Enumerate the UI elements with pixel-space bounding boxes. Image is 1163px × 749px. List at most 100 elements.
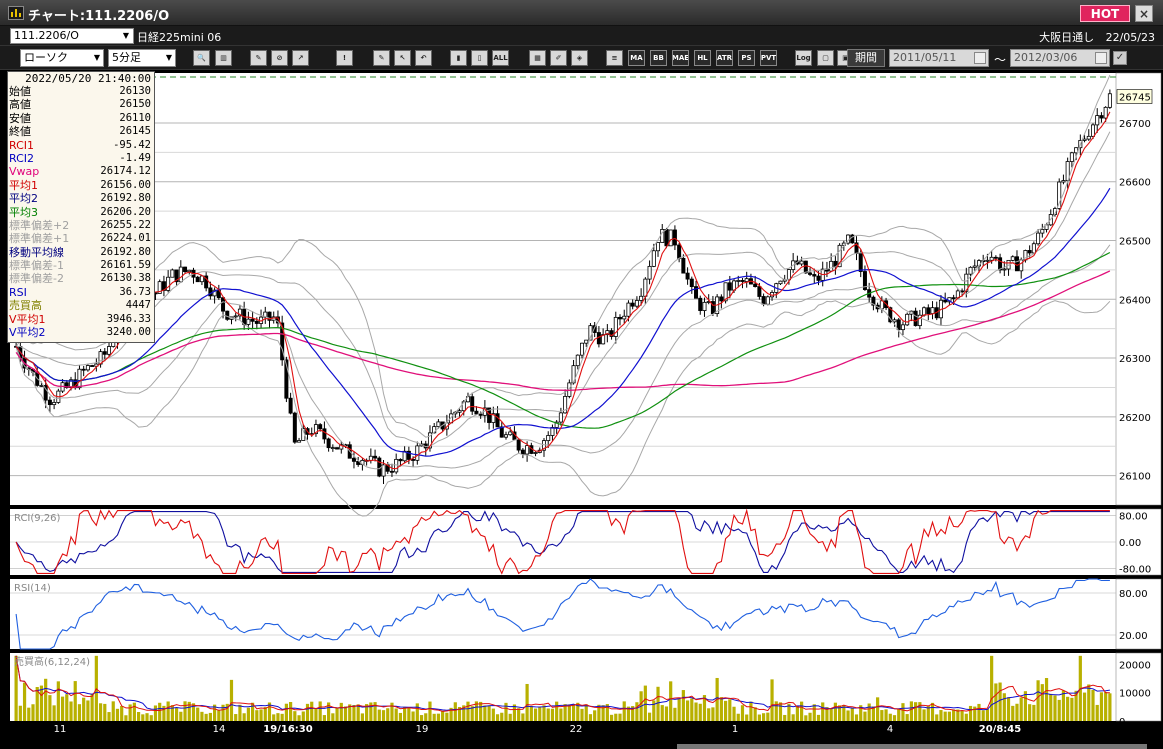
candle-body xyxy=(499,426,504,438)
volume-bar xyxy=(960,710,964,721)
volume-bar xyxy=(846,710,850,721)
volume-bar xyxy=(246,707,250,721)
volume-bar xyxy=(808,712,812,721)
volume-bar xyxy=(128,704,132,721)
date-from-field[interactable]: 2011/05/11 xyxy=(889,49,989,67)
date-separator: 〜 xyxy=(994,53,1007,67)
log-icon[interactable]: Log xyxy=(795,50,812,66)
volume-bar xyxy=(111,701,115,721)
volume-bar xyxy=(31,704,35,721)
grid-icon[interactable]: ▦ xyxy=(529,50,546,66)
draw3-icon[interactable]: ↗ xyxy=(292,50,309,66)
candle-body xyxy=(183,266,188,272)
volume-bar xyxy=(166,701,170,721)
volume-bar xyxy=(48,695,52,721)
chevron-down-icon[interactable]: ▼ xyxy=(91,50,103,66)
volume-bar xyxy=(56,681,60,721)
candle-body xyxy=(81,368,86,371)
frame-icon[interactable]: ▢ xyxy=(817,50,834,66)
bb-icon[interactable]: BB xyxy=(650,50,667,66)
alert-icon[interactable]: ! xyxy=(336,50,353,66)
rci-tick-label: -80.00 xyxy=(1119,564,1151,575)
volume-bar xyxy=(1036,680,1040,721)
volume-bar xyxy=(614,713,618,721)
candle2-icon[interactable]: ▯ xyxy=(471,50,488,66)
candle-body xyxy=(858,253,863,272)
chevron-down-icon[interactable]: ▼ xyxy=(119,29,133,43)
all-icon[interactable]: ALL xyxy=(492,50,509,66)
calendar-icon[interactable] xyxy=(1095,52,1107,64)
palette-icon[interactable]: ◈ xyxy=(571,50,588,66)
volume-bar xyxy=(479,701,483,721)
volume-bar xyxy=(728,699,732,721)
volume-bar xyxy=(888,713,892,721)
undo-icon[interactable]: ↶ xyxy=(415,50,432,66)
chevron-down-icon[interactable]: ▼ xyxy=(163,50,175,66)
candle1-icon[interactable]: ▮ xyxy=(450,50,467,66)
info-row: 始値 26130 xyxy=(8,85,154,98)
candle-body xyxy=(187,269,192,272)
volume-bar xyxy=(77,704,82,721)
volume-bar xyxy=(829,708,833,721)
volume-bar xyxy=(103,703,107,721)
pvt-icon[interactable]: PVT xyxy=(760,50,777,66)
ma-icon[interactable]: MA xyxy=(628,50,645,66)
volume-bar xyxy=(542,705,546,721)
candle-body xyxy=(1014,256,1019,272)
candle-body xyxy=(470,396,475,412)
split-icon[interactable]: ▥ xyxy=(215,50,232,66)
hot-button[interactable]: HOT xyxy=(1080,5,1130,22)
candle-body xyxy=(221,297,226,312)
volume-bar xyxy=(52,705,56,721)
info-row: 平均2 26192.80 xyxy=(8,192,154,205)
indicator-icon[interactable]: ≡ xyxy=(606,50,623,66)
info-value: 26145 xyxy=(119,125,151,138)
candle-body xyxy=(922,307,927,316)
volume-bar xyxy=(571,704,576,721)
volume-bar xyxy=(1087,684,1091,721)
draw1-icon[interactable]: ✎ xyxy=(250,50,267,66)
mae-icon[interactable]: MAE xyxy=(672,50,689,66)
date-to-field[interactable]: 2012/03/06 xyxy=(1010,49,1110,67)
volume-bar xyxy=(521,713,525,721)
apply-checkbox[interactable]: ✓ xyxy=(1113,51,1127,65)
info-value: -1.49 xyxy=(119,151,151,164)
volume-bar xyxy=(500,712,504,721)
volume-bar xyxy=(411,711,415,721)
pen-icon[interactable]: ✎ xyxy=(373,50,390,66)
volume-bar xyxy=(719,697,723,721)
candle-body xyxy=(757,286,762,297)
chart-canvas[interactable]: 26100 26200 26300 26400 26500 26600 26700 26745… xyxy=(0,71,1163,749)
cursor-icon[interactable]: ↖ xyxy=(394,50,411,66)
horizontal-scrollbar[interactable] xyxy=(677,744,1147,749)
volume-bar xyxy=(242,713,246,721)
interval-select[interactable]: 5分足 ▼ xyxy=(108,49,176,67)
volume-bar xyxy=(174,707,179,721)
volume-bar xyxy=(60,696,65,721)
volume-bar xyxy=(567,704,571,721)
hl-icon[interactable]: HL xyxy=(694,50,711,66)
candle-body xyxy=(879,300,884,310)
volume-bar xyxy=(821,702,825,721)
info-label: RCI1 xyxy=(9,138,35,152)
brush-icon[interactable]: ✐ xyxy=(550,50,567,66)
symbol-input[interactable]: 111.2206/O ▼ xyxy=(10,28,134,44)
chart-type-select[interactable]: ローソク ▼ xyxy=(20,49,104,67)
calendar-icon[interactable] xyxy=(974,52,986,64)
window-title: チャート:111.2206/O xyxy=(28,9,170,24)
psar-icon[interactable]: PS xyxy=(738,50,755,66)
y-tick-label: 26100 xyxy=(1119,472,1151,483)
candle-body xyxy=(1090,124,1095,137)
volume-bar xyxy=(183,701,187,721)
magnify-icon[interactable]: 🔍 xyxy=(193,50,210,66)
info-row: 標準偏差-1 26161.59 xyxy=(8,259,154,272)
candle-body xyxy=(993,256,998,259)
volume-bar xyxy=(876,697,880,721)
atr-icon[interactable]: ATR xyxy=(716,50,733,66)
volume-bar xyxy=(263,707,267,721)
volume-bar xyxy=(331,713,335,721)
volume-bar xyxy=(647,712,652,721)
draw2-icon[interactable]: ⊘ xyxy=(271,50,288,66)
period-button[interactable]: 期間 xyxy=(847,49,885,67)
close-button[interactable]: × xyxy=(1135,5,1153,22)
